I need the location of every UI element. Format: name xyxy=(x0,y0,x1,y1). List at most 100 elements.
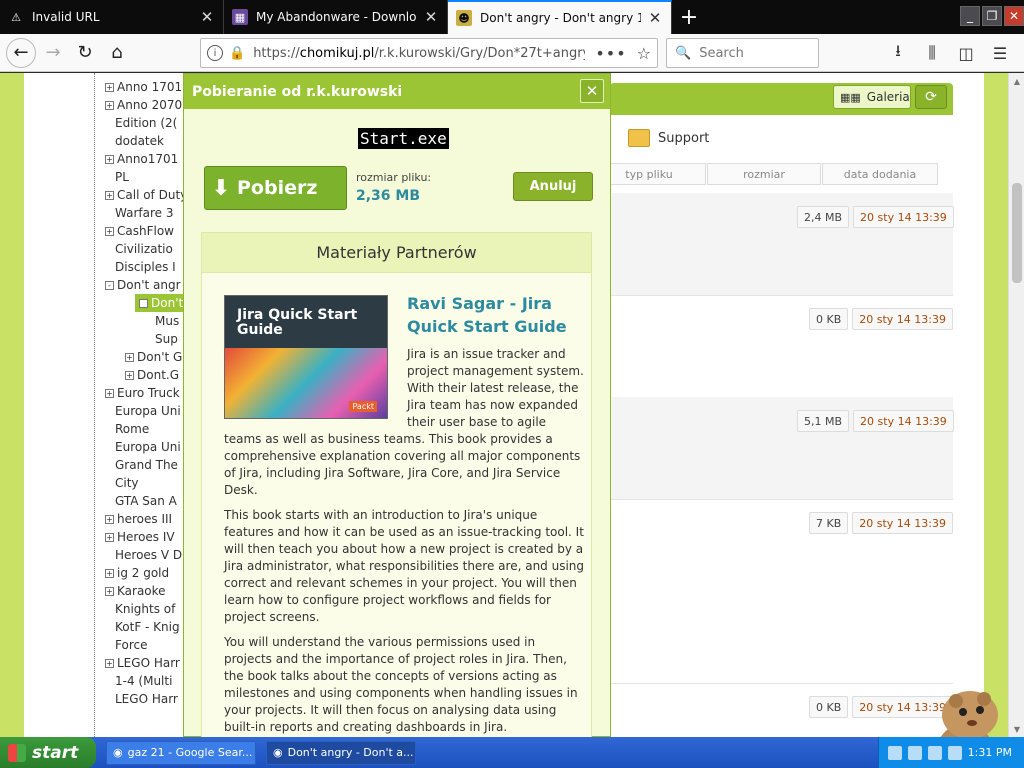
tree-item[interactable]: Civilizatio xyxy=(115,240,173,258)
start-button[interactable]: start xyxy=(0,737,96,768)
tree-item[interactable]: Warfare 3 xyxy=(115,204,173,222)
expand-icon[interactable]: + xyxy=(105,83,114,92)
tree-item[interactable]: Force xyxy=(115,636,147,654)
tree-item[interactable]: + Anno1701 xyxy=(105,150,178,168)
tree-item[interactable]: + Anno 2070 xyxy=(105,96,182,114)
download-icon[interactable]: ⭳ xyxy=(884,38,912,68)
network-icon[interactable] xyxy=(887,745,902,760)
expand-icon[interactable]: + xyxy=(105,515,114,524)
tree-item[interactable]: + CashFlow xyxy=(105,222,174,240)
expand-icon[interactable]: + xyxy=(105,227,114,236)
file-row[interactable]: 2,4 MB 20 sty 14 13:39 xyxy=(797,206,954,228)
tree-item[interactable]: Disciples I xyxy=(115,258,176,276)
partner-title-link[interactable]: Ravi Sagar - Jira Quick Start Guide xyxy=(407,292,582,338)
tab-invalid-url[interactable]: ⚠ Invalid URL ✕ xyxy=(0,0,224,34)
tree-item[interactable]: Sup xyxy=(155,330,178,348)
gallery-button[interactable]: ▦▦ Galeria xyxy=(833,85,911,109)
taskbar-item[interactable]: ◉ Don't angry - Don't a... xyxy=(266,740,416,765)
tree-item[interactable]: + Karaoke xyxy=(105,582,166,600)
hamster-mascot[interactable] xyxy=(920,685,1010,737)
expand-icon[interactable]: + xyxy=(105,659,114,668)
info-icon[interactable]: i xyxy=(207,45,223,61)
expand-icon[interactable]: + xyxy=(105,569,114,578)
tree-item[interactable]: + Anno 1701 xyxy=(105,78,182,96)
tree-item[interactable]: LEGO Harr xyxy=(115,690,178,708)
tree-item[interactable]: dodatek xyxy=(115,132,164,150)
expand-icon[interactable]: + xyxy=(125,353,134,362)
cancel-button[interactable]: Anuluj xyxy=(513,172,593,201)
tree-item[interactable]: - Don't xyxy=(135,294,188,312)
collapse-icon[interactable]: - xyxy=(105,281,114,290)
tree-item[interactable]: City xyxy=(115,474,139,492)
reload-button[interactable]: ↻ xyxy=(70,38,100,68)
page-actions-icon[interactable]: ••• xyxy=(595,44,626,63)
tree-item[interactable]: + ig 2 gold xyxy=(105,564,169,582)
expand-icon[interactable]: + xyxy=(105,155,114,164)
tree-item[interactable]: Rome xyxy=(115,420,149,438)
tree-item[interactable]: Grand The xyxy=(115,456,178,474)
expand-icon[interactable]: + xyxy=(105,533,114,542)
tree-item[interactable]: Knights of xyxy=(115,600,175,618)
forward-button[interactable]: → xyxy=(38,38,68,68)
search-input[interactable]: 🔍 Search xyxy=(666,38,819,68)
collapse-icon[interactable]: - xyxy=(139,299,148,308)
tree-item[interactable]: + Don't G xyxy=(125,348,182,366)
back-button[interactable]: ← xyxy=(6,37,36,68)
close-icon[interactable]: ✕ xyxy=(199,8,215,26)
tree-item[interactable]: Europa Uni xyxy=(115,438,181,456)
security-icon[interactable] xyxy=(907,745,922,760)
tree-item[interactable]: Edition (2( xyxy=(115,114,177,132)
tree-item[interactable]: 1-4 (Multi xyxy=(115,672,172,690)
menu-icon[interactable]: ☰ xyxy=(986,38,1014,68)
expand-icon[interactable]: + xyxy=(105,587,114,596)
expand-icon[interactable]: + xyxy=(105,191,114,200)
tree-item[interactable]: PL xyxy=(115,168,129,186)
library-icon[interactable]: ⫼ xyxy=(918,38,946,68)
tree-item[interactable]: + heroes III xyxy=(105,510,172,528)
update-icon[interactable] xyxy=(927,745,942,760)
new-tab-button[interactable]: + xyxy=(672,0,706,34)
search-tray-icon[interactable] xyxy=(947,745,962,760)
expand-icon[interactable]: + xyxy=(105,389,114,398)
modal-close-button[interactable]: ✕ xyxy=(580,79,604,103)
file-row[interactable]: 0 KB 20 sty 14 13:39 xyxy=(809,308,954,330)
close-window-button[interactable]: ✕ xyxy=(1004,6,1024,26)
scroll-up-icon[interactable]: ▲ xyxy=(1009,73,1024,89)
column-date[interactable]: data dodania xyxy=(822,163,938,185)
clock[interactable]: 1:31 PM xyxy=(968,746,1012,759)
scroll-thumb[interactable] xyxy=(1012,183,1022,283)
page-scrollbar[interactable]: ▲ ▼ xyxy=(1008,73,1024,737)
expand-icon[interactable]: + xyxy=(105,101,114,110)
folder-support[interactable]: Support xyxy=(628,129,709,147)
tree-item[interactable]: + LEGO Harr xyxy=(105,654,180,672)
close-icon[interactable]: ✕ xyxy=(647,9,663,27)
url-bar[interactable]: i 🔒 https://chomikuj.pl/r.k.kurowski/Gry… xyxy=(200,38,658,68)
expand-icon[interactable]: + xyxy=(125,371,134,380)
tab-dont-angry[interactable]: ☻ Don't angry - Don't angry 1, 2, 3 ✕ xyxy=(448,0,672,34)
tree-item[interactable]: Europa Uni xyxy=(115,402,181,420)
tree-item[interactable]: Mus xyxy=(155,312,179,330)
taskbar-item[interactable]: ◉ gaz 21 - Google Sear... xyxy=(106,740,256,765)
home-button[interactable]: ⌂ xyxy=(102,38,132,68)
refresh-button[interactable]: ⟳ xyxy=(915,85,947,109)
tree-item[interactable]: + Dont.G xyxy=(125,366,179,384)
minimize-button[interactable]: _ xyxy=(960,6,980,26)
restore-button[interactable]: ❐ xyxy=(982,6,1002,26)
tree-item[interactable]: Heroes V D xyxy=(115,546,182,564)
tree-item[interactable]: - Don't angr xyxy=(105,276,181,294)
tab-my-abandonware[interactable]: ▦ My Abandonware - Download Old ✕ xyxy=(224,0,448,34)
tree-item[interactable]: KotF - Knig xyxy=(115,618,180,636)
column-size[interactable]: rozmiar xyxy=(707,163,821,185)
download-button[interactable]: ⬇ Pobierz xyxy=(204,166,347,210)
sidebar-icon[interactable]: ◫ xyxy=(952,38,980,68)
tree-item[interactable]: + Euro Truck xyxy=(105,384,180,402)
tree-item[interactable]: GTA San A xyxy=(115,492,177,510)
url-text[interactable]: https://chomikuj.pl/r.k.kurowski/Gry/Don… xyxy=(253,46,585,61)
tree-item[interactable]: + Call of Duty xyxy=(105,186,187,204)
file-row[interactable]: 5,1 MB 20 sty 14 13:39 xyxy=(797,410,954,432)
tree-item[interactable]: + Heroes IV xyxy=(105,528,175,546)
scroll-down-icon[interactable]: ▼ xyxy=(1009,721,1024,737)
file-row[interactable]: 7 KB 20 sty 14 13:39 xyxy=(809,512,954,534)
bookmark-star-icon[interactable]: ☆ xyxy=(637,44,651,63)
close-icon[interactable]: ✕ xyxy=(423,8,439,26)
